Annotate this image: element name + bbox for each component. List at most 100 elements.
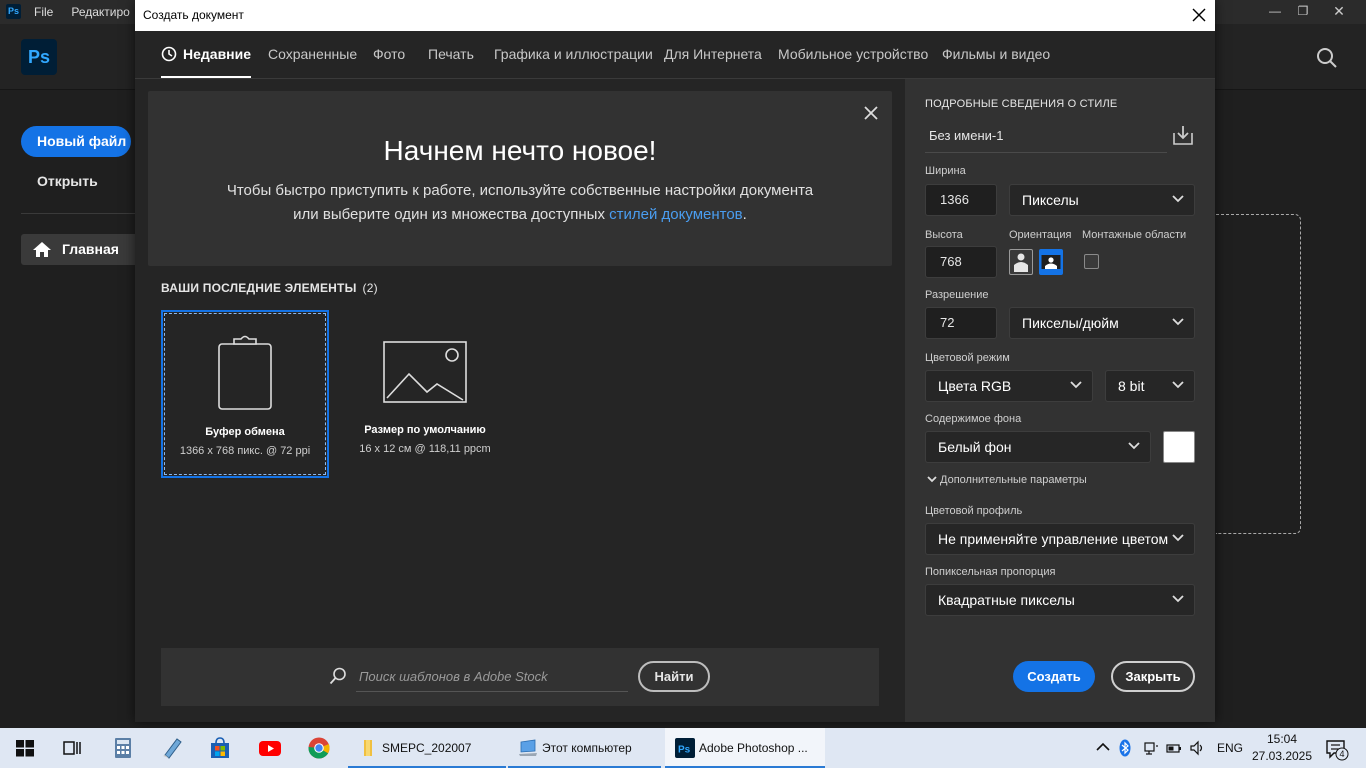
open-button[interactable]: Открыть [37,173,98,189]
tab-mobile[interactable]: Мобильное устройство [778,31,928,78]
notepad-icon[interactable] [160,736,184,760]
menu-file[interactable]: File [34,0,53,24]
language-indicator[interactable]: ENG [1217,741,1243,755]
sidebar-divider [21,213,135,214]
chevron-down-icon [1172,595,1184,603]
welcome-banner: Начнем нечто новое! Чтобы быстро приступ… [148,91,892,266]
panel-heading: ПОДРОБНЫЕ СВЕДЕНИЯ О СТИЛЕ [925,98,1118,110]
width-input[interactable]: 1366 [925,184,997,216]
recent-item-name: Буфер обмена [205,426,285,438]
color-mode-label: Цветовой режим [925,352,1010,364]
search-icon [329,667,346,685]
background-color-swatch[interactable] [1163,431,1195,463]
tab-web[interactable]: Для Интернета [664,31,762,78]
sidebar-item-label: Главная [62,241,119,257]
taskbar-app-this-pc[interactable]: Этот компьютер [508,728,661,768]
task-view-icon[interactable] [60,736,84,760]
resolution-unit-select[interactable]: Пикселы/дюйм [1009,307,1195,339]
chevron-down-icon [1070,381,1082,389]
notification-count: 4 [1339,749,1345,759]
tab-film-video[interactable]: Фильмы и видео [942,31,1050,78]
document-presets-link[interactable]: стилей документов [609,206,743,223]
computer-icon [519,739,537,756]
pixel-aspect-select[interactable]: Квадратные пикселы [925,584,1195,616]
background-select[interactable]: Белый фон [925,431,1151,463]
landscape-orientation-button[interactable] [1039,249,1063,275]
chevron-down-icon [927,475,937,482]
close-button[interactable]: Закрыть [1111,661,1195,692]
portrait-orientation-button[interactable] [1009,249,1033,275]
show-hidden-icons-icon[interactable] [1096,741,1110,753]
landscape-icon [1041,255,1061,269]
create-button[interactable]: Создать [1013,661,1095,692]
tab-art-illustration[interactable]: Графика и иллюстрации [494,31,653,78]
app-close-icon[interactable]: ✕ [1322,0,1356,24]
recent-heading: ВАШИ ПОСЛЕДНИЕ ЭЛЕМЕНТЫ (2) [161,281,378,295]
taskbar-app-folder[interactable]: SMEPC_202007 [348,728,506,768]
folder-icon [364,740,372,756]
photoshop-small-icon: Ps [6,4,21,19]
store-icon[interactable] [208,736,232,760]
recent-item-meta: 16 x 12 см @ 118,11 ppcm [359,443,491,455]
portrait-icon [1014,253,1028,272]
clock-time[interactable]: 15:04 [1256,732,1308,746]
dialog-close-icon[interactable] [1191,7,1207,23]
stock-search-input[interactable] [356,662,628,692]
taskbar: SMEPC_202007 Этот компьютер Ps Adobe Pho… [0,728,1366,768]
svg-text:Ps: Ps [678,745,691,756]
taskbar-app-photoshop[interactable]: Ps Adobe Photoshop ... [665,728,825,768]
orientation-label: Ориентация [1009,229,1072,241]
photoshop-icon: Ps [675,738,695,758]
bluetooth-icon[interactable] [1119,739,1131,757]
resolution-input[interactable]: 72 [925,307,997,339]
sidebar-item-home[interactable]: Главная [21,234,135,265]
welcome-title: Начнем нечто новое! [383,135,657,166]
height-label: Высота [925,229,963,241]
restore-icon[interactable]: ❐ [1286,0,1320,24]
volume-icon[interactable] [1189,740,1205,756]
network-icon[interactable] [1143,740,1159,756]
resolution-label: Разрешение [925,289,989,301]
save-preset-icon[interactable] [1173,125,1193,145]
calculator-icon[interactable] [111,736,135,760]
preset-tabs: Недавние Сохраненные Фото Печать Графика… [135,31,1215,79]
chevron-down-icon [1172,381,1184,389]
advanced-options-toggle[interactable]: Дополнительные параметры [927,474,1087,486]
find-button[interactable]: Найти [638,661,710,692]
recent-item-name: Размер по умолчанию [364,424,486,436]
recent-item-meta: 1366 x 768 пикс. @ 72 ppi [179,445,311,457]
menu-edit[interactable]: Редактиро [71,0,130,24]
power-icon[interactable] [1166,740,1182,756]
color-profile-select[interactable]: Не применяйте управление цветом [925,523,1195,555]
search-icon[interactable] [1316,47,1338,69]
width-unit-select[interactable]: Пикселы [1009,184,1195,216]
clock-icon [161,46,177,62]
chevron-down-icon [1172,318,1184,326]
color-mode-select[interactable]: Цвета RGB [925,370,1093,402]
image-icon [383,341,467,403]
welcome-text: Чтобы быстро приступить к работе, исполь… [226,182,814,223]
youtube-icon[interactable] [258,736,282,760]
height-input[interactable]: 768 [925,246,997,278]
pixel-aspect-label: Попиксельная пропорция [925,566,1056,578]
artboards-checkbox[interactable] [1084,254,1099,269]
preset-name-field[interactable]: Без имени-1 [925,122,1167,153]
tab-print[interactable]: Печать [428,31,474,78]
recent-item-default-size[interactable]: Размер по умолчанию 16 x 12 см @ 118,11 … [341,310,509,478]
home-icon [33,242,51,257]
bit-depth-select[interactable]: 8 bit [1105,370,1195,402]
tab-saved[interactable]: Сохраненные [268,31,357,78]
tab-recent[interactable]: Недавние [161,31,252,78]
color-profile-label: Цветовой профиль [925,505,1023,517]
close-banner-icon[interactable] [864,106,878,120]
recent-count: (2) [362,281,378,295]
new-document-dialog: Создать документ Недавние Сохраненные Фо… [135,0,1215,722]
app-menu-bar: File Редактиро [34,0,130,24]
main-area: Начнем нечто новое! Чтобы быстро приступ… [135,79,905,722]
clock-date[interactable]: 27.03.2025 [1251,749,1313,763]
windows-start-icon[interactable] [13,736,37,760]
new-file-button[interactable]: Новый файл [21,126,131,157]
chrome-icon[interactable] [307,736,331,760]
tab-photo[interactable]: Фото [373,31,405,78]
recent-item-clipboard[interactable]: Буфер обмена 1366 x 768 пикс. @ 72 ppi [161,310,329,478]
